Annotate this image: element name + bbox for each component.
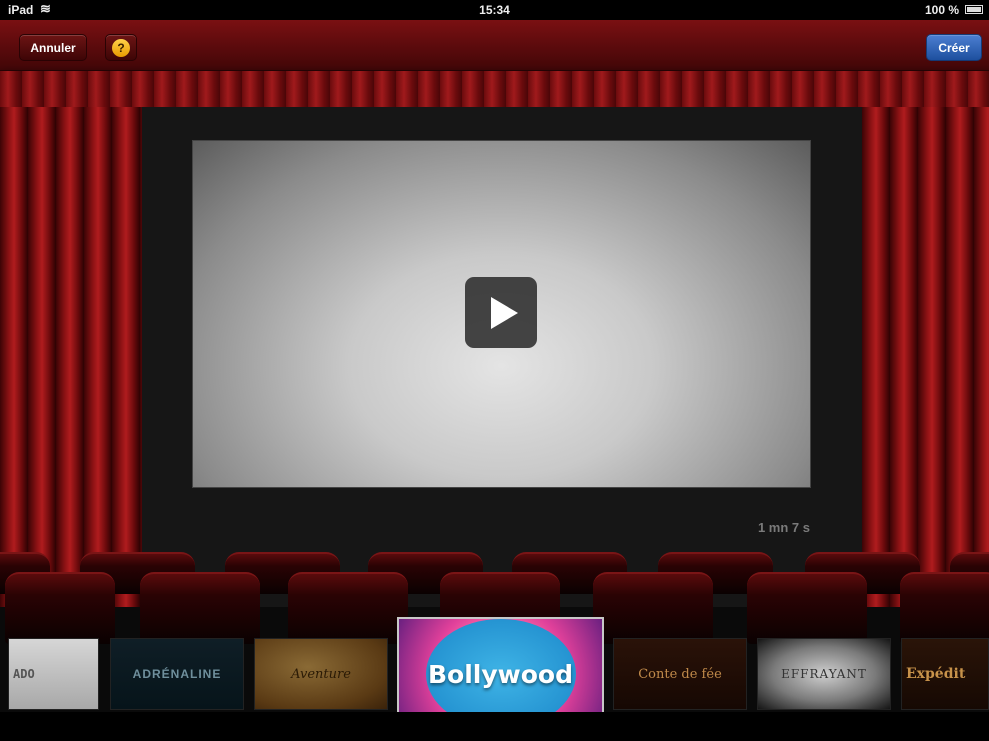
seat	[747, 572, 867, 644]
theme-effrayant[interactable]: EFFRAYANT	[757, 638, 891, 710]
seat	[288, 572, 408, 644]
imovie-trailer-theme-picker: iPad ≋ 15:34 100 % Annuler ? Créer 1 mn …	[0, 0, 989, 741]
theme-expedition[interactable]: Expédit	[901, 638, 989, 710]
trailer-duration: 1 mn 7 s	[757, 520, 810, 535]
play-icon	[490, 296, 518, 329]
theme-conte-de-fee[interactable]: Conte de fée	[613, 638, 747, 710]
curtain-right	[862, 107, 989, 607]
seat	[593, 572, 713, 644]
status-time: 15:34	[479, 3, 510, 17]
seat	[5, 572, 115, 644]
toolbar: Annuler ? Créer	[0, 20, 989, 71]
curtain-valance	[0, 71, 989, 107]
theme-aventure[interactable]: Aventure	[254, 638, 388, 710]
bottom-bar	[0, 712, 989, 741]
theme-label: Expédit	[906, 666, 966, 682]
theme-adrenaline[interactable]: ADRÉNALINE	[110, 638, 244, 710]
theme-label: EFFRAYANT	[781, 667, 867, 681]
curtain-left	[0, 107, 142, 607]
theme-label: ADO	[13, 667, 35, 681]
cancel-button[interactable]: Annuler	[19, 34, 87, 61]
theme-ado[interactable]: ADO	[8, 638, 99, 710]
theme-label: Bollywood	[427, 659, 573, 689]
create-button[interactable]: Créer	[926, 34, 982, 61]
seat	[140, 572, 260, 644]
battery-icon	[965, 5, 983, 14]
battery-percent: 100 %	[924, 3, 959, 17]
play-button[interactable]	[465, 277, 537, 348]
theme-label: ADRÉNALINE	[132, 667, 222, 681]
seat	[900, 572, 989, 644]
status-bar: iPad ≋ 15:34 100 %	[0, 0, 989, 20]
help-icon: ?	[112, 38, 130, 57]
help-button[interactable]: ?	[105, 34, 137, 61]
theme-label: Aventure	[291, 666, 351, 682]
theme-label: Conte de fée	[638, 666, 722, 682]
